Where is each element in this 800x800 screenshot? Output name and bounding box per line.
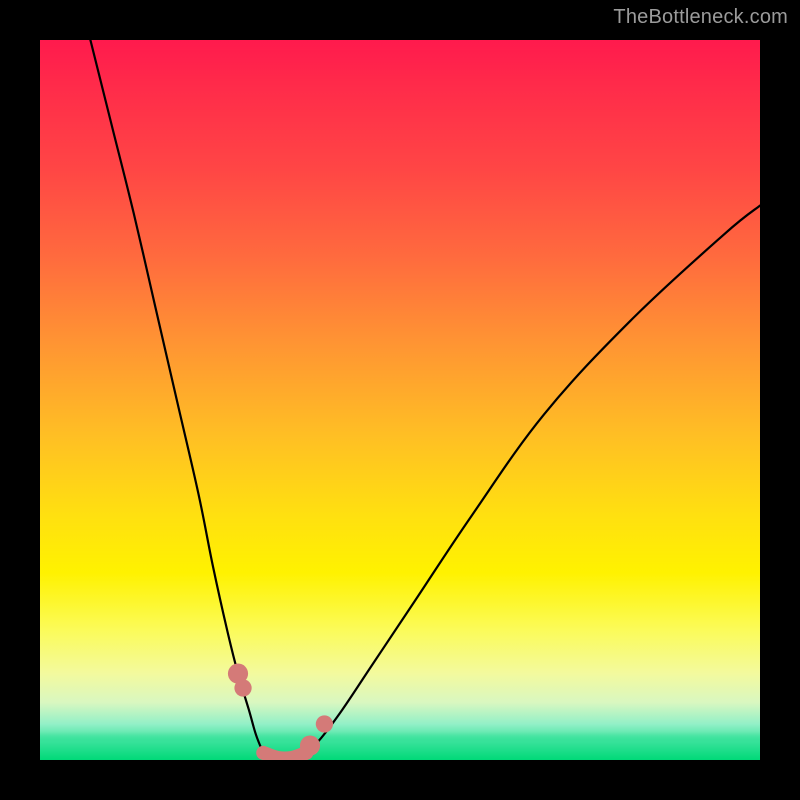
accent-points <box>228 664 333 756</box>
chart-container: TheBottleneck.com <box>0 0 800 800</box>
right-curve <box>306 206 760 753</box>
watermark-text: TheBottleneck.com <box>613 6 788 29</box>
valley-floor <box>263 753 306 759</box>
left-curve <box>90 40 263 753</box>
accent-dot <box>234 679 251 696</box>
accent-dot <box>300 736 320 756</box>
plot-area <box>40 40 760 760</box>
curve-layer <box>40 40 760 760</box>
accent-dot <box>316 715 333 732</box>
